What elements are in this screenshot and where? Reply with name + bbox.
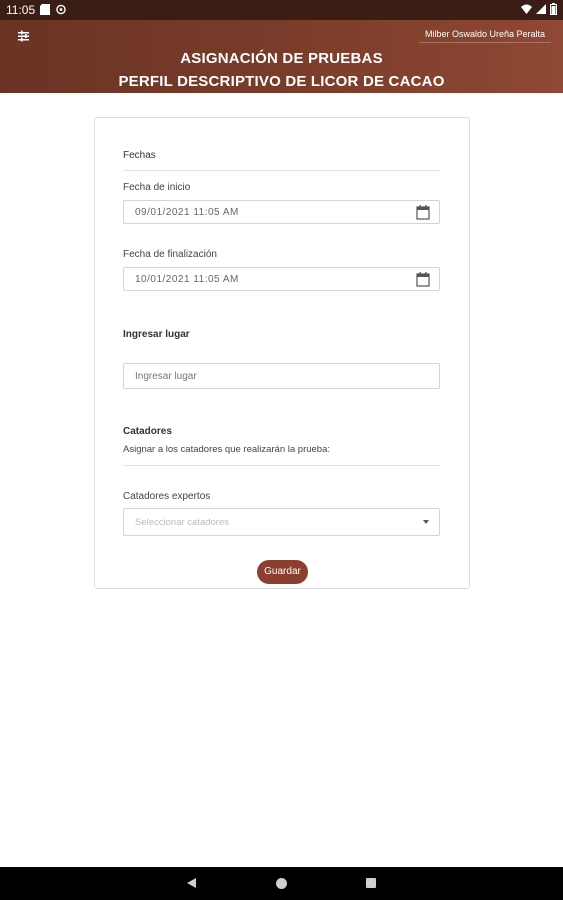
sync-icon	[56, 4, 66, 15]
page-title: ASIGNACIÓN DE PRUEBAS	[180, 50, 383, 67]
place-section-title: Ingresar lugar	[123, 329, 190, 340]
experts-label: Catadores expertos	[123, 491, 211, 502]
divider	[123, 465, 440, 466]
calendar-icon[interactable]	[416, 271, 430, 287]
status-bar: 11:05	[0, 0, 563, 20]
status-right	[521, 3, 557, 15]
place-input[interactable]: Ingresar lugar	[123, 363, 440, 389]
back-icon[interactable]	[187, 878, 196, 888]
tasters-section-title: Catadores	[123, 426, 172, 437]
tasters-description: Asignar a los catadores que realizarán l…	[123, 444, 331, 455]
start-date-input[interactable]: 09/01/2021 11:05 AM	[123, 200, 440, 224]
end-date-value: 10/01/2021 11:05 AM	[135, 274, 239, 285]
recents-icon[interactable]	[366, 878, 376, 888]
end-date-label: Fecha de finalización	[123, 249, 217, 260]
battery-icon	[550, 3, 557, 15]
start-date-value: 09/01/2021 11:05 AM	[135, 207, 239, 218]
signal-icon	[536, 4, 546, 14]
wifi-icon	[521, 4, 532, 14]
dates-section-title: Fechas	[123, 150, 156, 161]
form-card: Fechas Fecha de inicio 09/01/2021 11:05 …	[94, 117, 470, 589]
divider	[123, 170, 440, 171]
calendar-icon[interactable]	[416, 204, 430, 220]
place-placeholder: Ingresar lugar	[135, 371, 197, 382]
app-bar: Milber Oswaldo Ureña Peralta ASIGNACIÓN …	[0, 20, 563, 93]
filter-settings-icon[interactable]	[14, 28, 34, 44]
end-date-input[interactable]: 10/01/2021 11:05 AM	[123, 267, 440, 291]
save-button[interactable]: Guardar	[257, 560, 308, 584]
experts-placeholder: Seleccionar catadores	[135, 517, 229, 528]
experts-select[interactable]: Seleccionar catadores	[123, 508, 440, 536]
sd-card-icon	[40, 4, 50, 15]
page-subtitle: PERFIL DESCRIPTIVO DE LICOR DE CACAO	[118, 73, 445, 90]
status-time: 11:05	[6, 3, 36, 17]
user-name[interactable]: Milber Oswaldo Ureña Peralta	[418, 26, 551, 43]
navigation-bar	[0, 867, 563, 900]
home-icon[interactable]	[276, 878, 287, 889]
start-date-label: Fecha de inicio	[123, 182, 191, 193]
caret-down-icon	[423, 520, 429, 524]
